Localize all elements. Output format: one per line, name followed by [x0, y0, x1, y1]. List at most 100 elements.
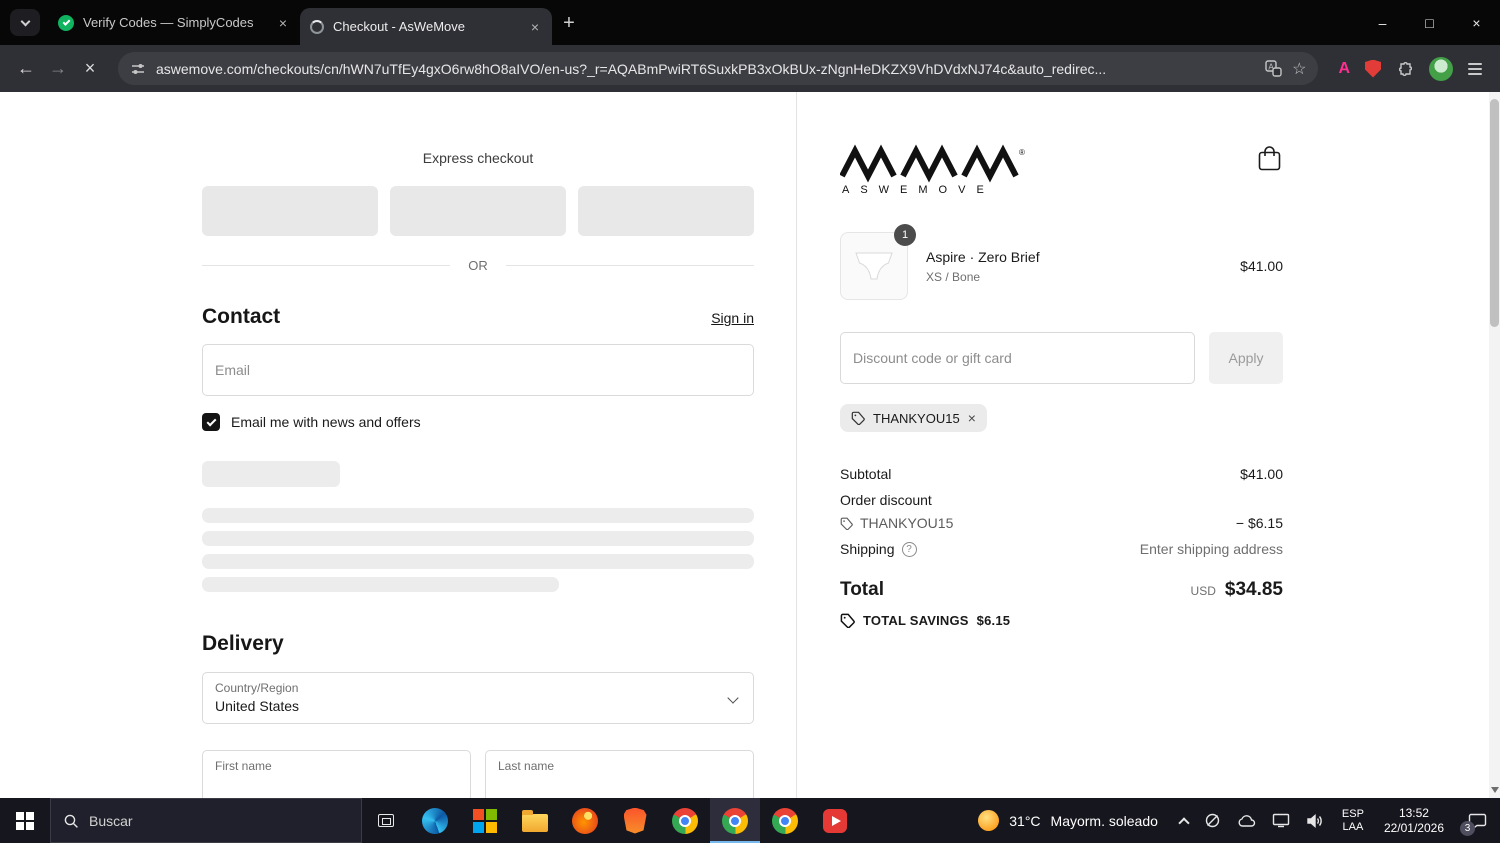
time: 13:52: [1398, 805, 1429, 820]
or-divider: OR: [202, 258, 754, 273]
loading-skeleton-line: [202, 554, 754, 569]
cost-summary: Subtotal $41.00 Order discount THANKYOU1…: [840, 466, 1283, 628]
translate-icon[interactable]: A: [1265, 60, 1282, 77]
remove-discount-icon[interactable]: ×: [968, 410, 976, 426]
taskbar-red-media-app-icon[interactable]: [810, 798, 860, 843]
taskbar-edge-icon[interactable]: [410, 798, 460, 843]
name-fields-row: First name Last name: [202, 750, 754, 798]
order-discount-label: Order discount: [840, 492, 932, 508]
adblock-shield-icon[interactable]: [1365, 59, 1381, 78]
taskbar-chrome-profile-icon[interactable]: [760, 798, 810, 843]
taskbar-chrome-active-icon[interactable]: [710, 798, 760, 843]
extension-a-icon[interactable]: A: [1338, 60, 1350, 78]
close-window-button[interactable]: ×: [1453, 0, 1500, 45]
minimize-button[interactable]: –: [1359, 0, 1406, 45]
language-indicator[interactable]: ESP LAA: [1332, 808, 1374, 834]
first-name-field[interactable]: First name: [202, 750, 471, 798]
discount-code-input[interactable]: [853, 350, 1182, 366]
currency-code: USD: [1190, 584, 1216, 598]
chevron-down-icon: [20, 16, 30, 26]
tab-search-button[interactable]: [10, 9, 40, 36]
display-icon[interactable]: [1264, 798, 1298, 843]
back-button[interactable]: ←: [10, 53, 42, 85]
url-text[interactable]: aswemove.com/checkouts/cn/hWN7uTfEy4gxO6…: [156, 61, 1255, 77]
country-select[interactable]: Country/Region United States: [202, 672, 754, 724]
shipping-info-icon[interactable]: ?: [901, 541, 917, 557]
express-button-skeleton[interactable]: [390, 186, 566, 236]
extensions-area: A: [1338, 56, 1482, 81]
total-value: $34.85: [1224, 579, 1283, 600]
bookmark-star-icon[interactable]: ☆: [1292, 59, 1306, 79]
taskbar-brave-icon[interactable]: [610, 798, 660, 843]
weather-widget[interactable]: 31°C Mayorm. soleado: [964, 810, 1172, 831]
language-bottom: LAA: [1342, 820, 1364, 833]
address-bar[interactable]: aswemove.com/checkouts/cn/hWN7uTfEy4gxO6…: [118, 52, 1319, 85]
tag-icon: [840, 517, 853, 530]
tab-checkout-active[interactable]: Checkout - AsWeMove ×: [300, 8, 552, 45]
start-button[interactable]: [0, 798, 50, 843]
tab-simplycodes[interactable]: Verify Codes — SimplyCodes ×: [48, 0, 300, 45]
discount-chip-code: THANKYOU15: [873, 410, 960, 426]
apply-discount-button[interactable]: Apply: [1209, 332, 1283, 384]
site-settings-icon[interactable]: [130, 61, 146, 77]
divider-line: [202, 265, 451, 266]
windows-taskbar: Buscar 31°C Mayorm. soleado ESP LAA 13:5…: [0, 798, 1500, 843]
scrollbar-thumb[interactable]: [1490, 99, 1499, 327]
tab-title: Verify Codes — SimplyCodes: [83, 15, 254, 30]
product-price: $41.00: [1240, 258, 1283, 274]
onedrive-icon[interactable]: [1229, 798, 1264, 843]
tag-icon: [851, 411, 865, 425]
taskbar-search-box[interactable]: Buscar: [50, 798, 362, 843]
task-view-button[interactable]: [362, 798, 410, 843]
sign-in-link[interactable]: Sign in: [711, 310, 754, 326]
close-tab-icon[interactable]: ×: [276, 15, 290, 31]
country-value: United States: [215, 698, 300, 714]
close-tab-icon[interactable]: ×: [528, 19, 542, 35]
newsletter-row: Email me with news and offers: [202, 413, 754, 431]
email-field[interactable]: [202, 344, 754, 396]
express-button-skeleton[interactable]: [578, 186, 754, 236]
language-top: ESP: [1341, 807, 1364, 820]
taskbar-clock[interactable]: 13:52 22/01/2026: [1374, 806, 1454, 836]
window-controls: – □ ×: [1359, 0, 1500, 45]
windows-logo-icon: [16, 811, 34, 830]
extensions-puzzle-icon[interactable]: [1396, 60, 1414, 78]
tag-icon: [840, 613, 855, 628]
taskbar-firefox-icon[interactable]: [560, 798, 610, 843]
express-button-skeleton[interactable]: [202, 186, 378, 236]
show-hidden-icons-button[interactable]: [1172, 798, 1196, 843]
discount-amount: − $6.15: [1235, 515, 1283, 531]
weather-temp: 31°C: [1009, 812, 1041, 829]
scrollbar-down-arrow[interactable]: [1491, 787, 1499, 793]
email-input[interactable]: [215, 362, 741, 378]
last-name-field[interactable]: Last name: [485, 750, 754, 798]
taskbar-file-explorer-icon[interactable]: [510, 798, 560, 843]
screen: Verify Codes — SimplyCodes × Checkout - …: [0, 0, 1500, 843]
stop-loading-button[interactable]: ×: [74, 53, 106, 85]
browser-tab-strip: Verify Codes — SimplyCodes × Checkout - …: [0, 0, 1500, 45]
product-title: Aspire · Zero Brief: [926, 248, 1040, 265]
notification-center-button[interactable]: 3: [1454, 798, 1500, 843]
discount-code-label: THANKYOU15: [860, 515, 954, 531]
taskbar-chrome-icon[interactable]: [660, 798, 710, 843]
page-scrollbar[interactable]: [1489, 92, 1500, 798]
weather-desc: Mayorm. soleado: [1050, 812, 1158, 829]
new-tab-button[interactable]: +: [552, 6, 586, 40]
maximize-button[interactable]: □: [1406, 0, 1453, 45]
cart-bag-icon[interactable]: [1256, 144, 1283, 173]
volume-icon[interactable]: [1298, 798, 1332, 843]
network-status-icon[interactable]: [1196, 798, 1229, 843]
checkout-form-column: Express checkout OR Contact Sign in Emai…: [0, 92, 797, 798]
savings-value: $6.15: [976, 613, 1011, 628]
loading-skeleton-line: [202, 508, 754, 523]
taskbar-microsoft-grid-icon[interactable]: [460, 798, 510, 843]
date: 22/01/2026: [1383, 820, 1444, 835]
newsletter-label: Email me with news and offers: [231, 414, 421, 430]
profile-avatar[interactable]: [1429, 56, 1453, 81]
newsletter-checkbox[interactable]: [202, 413, 220, 431]
check-icon: [206, 416, 216, 426]
applied-discount-chip: THANKYOU15 ×: [840, 404, 987, 432]
discount-code-field[interactable]: [840, 332, 1195, 384]
forward-button[interactable]: →: [42, 53, 74, 85]
browser-menu-icon[interactable]: [1468, 62, 1482, 75]
